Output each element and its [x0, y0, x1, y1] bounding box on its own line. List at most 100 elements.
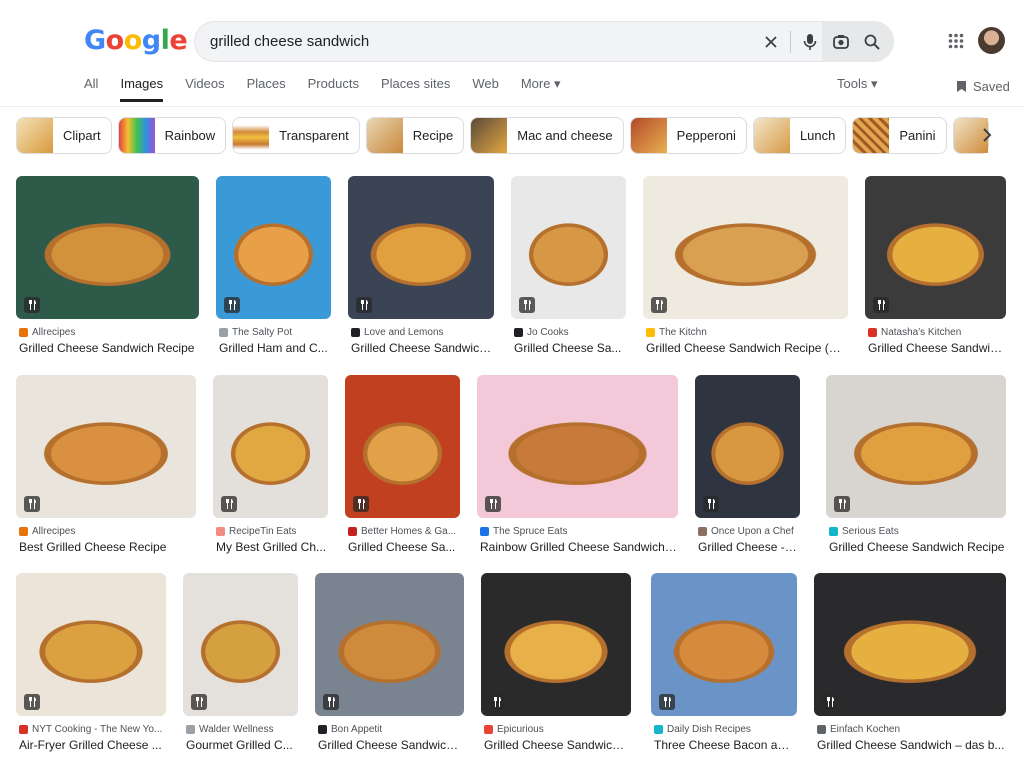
saved-button[interactable]: Saved: [956, 79, 1010, 94]
image-result[interactable]: RecipeTin Eats My Best Grilled Ch...: [213, 375, 328, 558]
result-source[interactable]: Love and Lemons: [351, 327, 444, 338]
image-result[interactable]: Daily Dish Recipes Three Cheese Bacon and…: [651, 573, 797, 756]
chevron-right-icon[interactable]: [975, 123, 999, 147]
favicon-icon: [817, 725, 826, 734]
image-result[interactable]: The Kitchn Grilled Cheese Sandwich Recipe…: [643, 176, 848, 359]
tab-more[interactable]: More ▾: [521, 76, 561, 102]
result-title[interactable]: Grilled Cheese Sandwic...: [868, 341, 1005, 355]
image-result[interactable]: Serious Eats Grilled Cheese Sandwich Reci…: [826, 375, 1006, 558]
favicon-icon: [19, 725, 28, 734]
tab-places-sites[interactable]: Places sites: [381, 76, 450, 102]
tab-videos[interactable]: Videos: [185, 76, 225, 102]
result-source[interactable]: The Spruce Eats: [480, 526, 567, 537]
utensils-icon: [24, 496, 40, 512]
chip-label: Panini: [899, 128, 936, 143]
image-result[interactable]: Jo Cooks Grilled Cheese Sa...: [511, 176, 626, 359]
chip-panini[interactable]: Panini: [852, 117, 947, 154]
tab-images[interactable]: Images: [120, 76, 164, 102]
logo-letter: G: [84, 25, 106, 56]
avatar[interactable]: [978, 27, 1005, 54]
result-title[interactable]: Grilled Cheese Sandwich ...: [484, 738, 630, 752]
result-title[interactable]: Grilled Cheese Sandwich Recipe: [19, 341, 198, 355]
image-result[interactable]: Natasha's Kitchen Grilled Cheese Sandwic.…: [865, 176, 1006, 359]
result-source[interactable]: The Salty Pot: [219, 327, 292, 338]
result-source[interactable]: Einfach Kochen: [817, 724, 900, 735]
tools-button[interactable]: Tools ▾: [837, 76, 878, 92]
result-source[interactable]: RecipeTin Eats: [216, 526, 296, 537]
result-thumbnail[interactable]: [16, 375, 196, 518]
search-input[interactable]: grilled cheese sandwich: [210, 33, 369, 50]
image-result[interactable]: Allrecipes Best Grilled Cheese Recipe: [16, 375, 196, 558]
image-result[interactable]: NYT Cooking - The New Yo... Air-Fryer Gri…: [16, 573, 166, 756]
image-result[interactable]: Better Homes & Ga... Grilled Cheese Sa...: [345, 375, 460, 558]
chip-pepperoni[interactable]: Pepperoni: [629, 117, 747, 154]
tab-all[interactable]: All: [84, 76, 98, 102]
image-result[interactable]: Love and Lemons Grilled Cheese Sandwich..…: [348, 176, 494, 359]
result-source[interactable]: Daily Dish Recipes: [654, 724, 751, 735]
result-title[interactable]: Grilled Cheese Sa...: [348, 540, 459, 554]
tab-places[interactable]: Places: [247, 76, 286, 102]
result-title[interactable]: Grilled Cheese Sandwich Recipe: [829, 540, 1005, 554]
result-title[interactable]: Three Cheese Bacon and...: [654, 738, 796, 752]
result-source[interactable]: Better Homes & Ga...: [348, 526, 456, 537]
image-result[interactable]: Walder Wellness Gourmet Grilled C...: [183, 573, 298, 756]
result-title[interactable]: Grilled Cheese Sandwich...: [351, 341, 493, 355]
search-box[interactable]: grilled cheese sandwich: [194, 21, 894, 62]
result-thumbnail[interactable]: [477, 375, 678, 518]
apps-icon[interactable]: [948, 33, 964, 54]
chip-lunch[interactable]: Lunch: [752, 117, 847, 154]
tab-web[interactable]: Web: [472, 76, 499, 102]
result-thumbnail[interactable]: [643, 176, 848, 319]
favicon-icon: [348, 527, 357, 536]
result-source[interactable]: Serious Eats: [829, 526, 899, 537]
mic-icon[interactable]: [799, 31, 821, 53]
favicon-icon: [351, 328, 360, 337]
chip-label: Recipe: [412, 128, 454, 143]
favicon-icon: [484, 725, 493, 734]
image-result[interactable]: Bon Appetit Grilled Cheese Sandwich ...: [315, 573, 464, 756]
result-source[interactable]: NYT Cooking - The New Yo...: [19, 724, 162, 735]
result-source[interactable]: Once Upon a Chef: [698, 526, 794, 537]
result-title[interactable]: Air-Fryer Grilled Cheese ...: [19, 738, 165, 752]
image-result[interactable]: Allrecipes Grilled Cheese Sandwich Recipe: [16, 176, 199, 359]
result-source[interactable]: Walder Wellness: [186, 724, 273, 735]
result-title[interactable]: Gourmet Grilled C...: [186, 738, 297, 752]
result-thumbnail[interactable]: [826, 375, 1006, 518]
chip-thumbnail: [471, 118, 508, 153]
result-source[interactable]: Natasha's Kitchen: [868, 327, 961, 338]
chip-mac-and-cheese[interactable]: Mac and cheese: [470, 117, 624, 154]
result-title[interactable]: Grilled Cheese Sandwich – das b...: [817, 738, 1005, 752]
image-result[interactable]: The Salty Pot Grilled Ham and C...: [216, 176, 331, 359]
result-source[interactable]: Allrecipes: [19, 327, 75, 338]
result-title[interactable]: Grilled Cheese Sandwich ...: [318, 738, 463, 752]
result-title[interactable]: Grilled Cheese - O...: [698, 540, 799, 554]
utensils-icon: [356, 297, 372, 313]
image-result[interactable]: Epicurious Grilled Cheese Sandwich ...: [481, 573, 631, 756]
result-title[interactable]: Grilled Cheese Sandwich Recipe (M...: [646, 341, 847, 355]
tab-products[interactable]: Products: [308, 76, 359, 102]
result-source[interactable]: Allrecipes: [19, 526, 75, 537]
result-source[interactable]: The Kitchn: [646, 327, 707, 338]
result-thumbnail[interactable]: [814, 573, 1006, 716]
chip-recipe[interactable]: Recipe: [365, 117, 465, 154]
chip-transparent[interactable]: Transparent: [232, 117, 360, 154]
chip-rainbow[interactable]: Rainbow: [117, 117, 227, 154]
chip-clipart[interactable]: Clipart: [16, 117, 112, 154]
result-title[interactable]: My Best Grilled Ch...: [216, 540, 327, 554]
clear-icon[interactable]: [760, 31, 782, 53]
result-title[interactable]: Rainbow Grilled Cheese Sandwich ...: [480, 540, 677, 554]
result-source[interactable]: Bon Appetit: [318, 724, 382, 735]
image-result[interactable]: The Spruce Eats Rainbow Grilled Cheese Sa…: [477, 375, 678, 558]
image-result[interactable]: Once Upon a Chef Grilled Cheese - O...: [695, 375, 800, 558]
result-source[interactable]: Epicurious: [484, 724, 544, 735]
logo-letter: e: [169, 25, 188, 56]
result-source[interactable]: Jo Cooks: [514, 327, 569, 338]
google-logo[interactable]: Google: [84, 25, 188, 56]
search-icon[interactable]: [861, 31, 883, 53]
result-thumbnail[interactable]: [16, 176, 199, 319]
result-title[interactable]: Best Grilled Cheese Recipe: [19, 540, 195, 554]
image-result[interactable]: Einfach Kochen Grilled Cheese Sandwich – …: [814, 573, 1006, 756]
lens-icon[interactable]: [830, 31, 852, 53]
result-title[interactable]: Grilled Cheese Sa...: [514, 341, 625, 355]
result-title[interactable]: Grilled Ham and C...: [219, 341, 330, 355]
